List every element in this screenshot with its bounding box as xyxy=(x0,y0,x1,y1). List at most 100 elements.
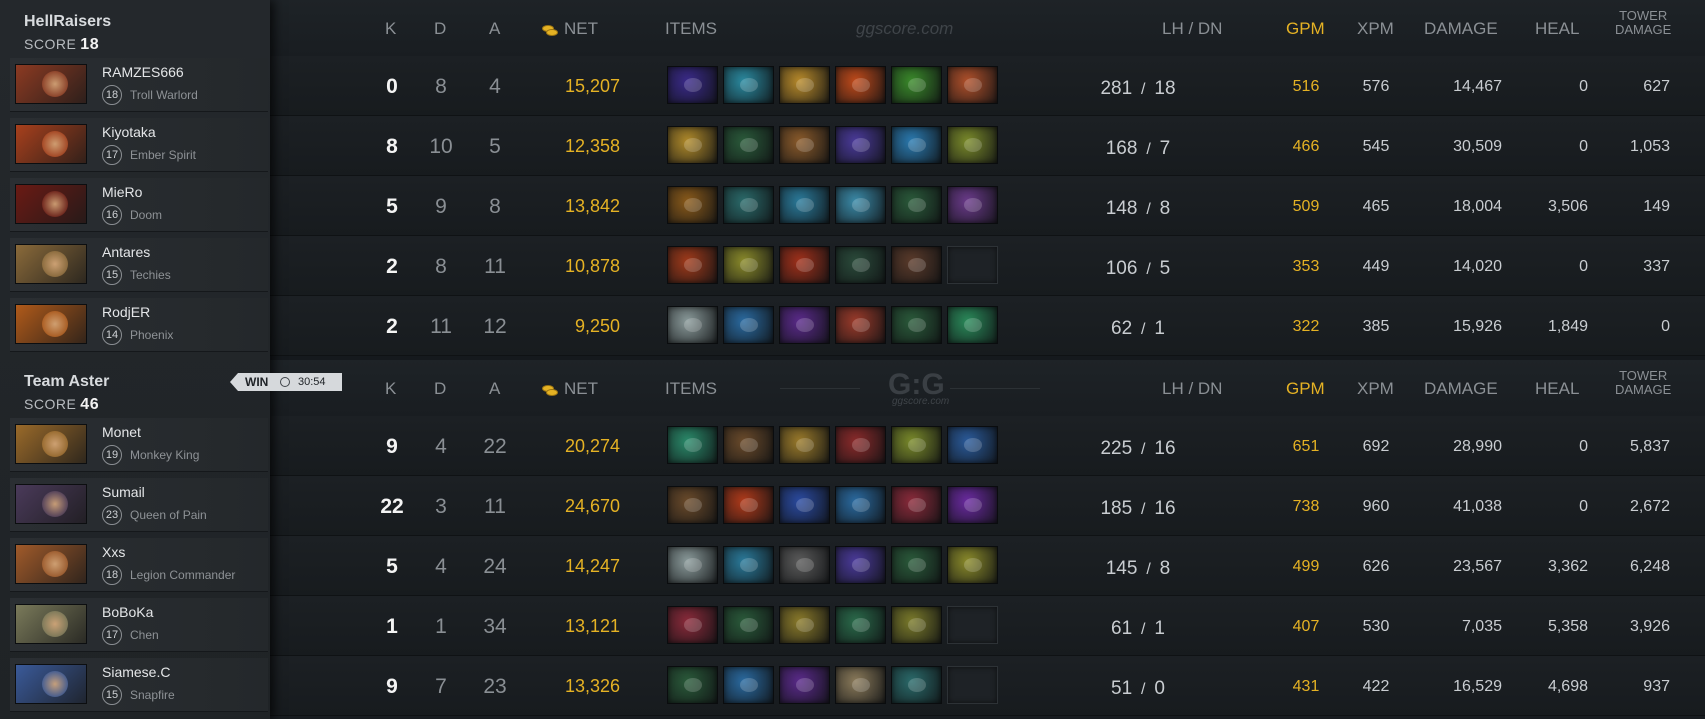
item-icon[interactable] xyxy=(779,66,830,104)
item-icon[interactable] xyxy=(667,426,718,464)
table-row: 5 4 24 14,247 145 / 8 499 626 23,567 3,362 6,248 xyxy=(270,536,1705,596)
item-icon[interactable] xyxy=(779,486,830,524)
item-icon[interactable] xyxy=(667,546,718,584)
col-tower-damage: TOWER DAMAGE xyxy=(1615,368,1672,397)
player-card[interactable]: Monet 19 Monkey King xyxy=(10,418,268,472)
item-icon[interactable] xyxy=(891,666,942,704)
item-icon[interactable] xyxy=(723,126,774,164)
item-icon[interactable] xyxy=(947,126,998,164)
assists: 12 xyxy=(483,315,507,338)
item-icon[interactable] xyxy=(835,306,886,344)
kills: 0 xyxy=(386,75,398,98)
empty-item-slot xyxy=(947,246,998,284)
assists: 4 xyxy=(489,75,501,98)
item-icon[interactable] xyxy=(667,66,718,104)
table-row: 5 9 8 13,842 148 / 8 509 465 18,004 3,506 149 xyxy=(270,176,1705,236)
item-icon[interactable] xyxy=(779,126,830,164)
item-icon[interactable] xyxy=(891,186,942,224)
item-icon[interactable] xyxy=(835,426,886,464)
item-icon[interactable] xyxy=(891,66,942,104)
item-icon[interactable] xyxy=(891,486,942,524)
player-name[interactable]: Xxs xyxy=(102,544,125,560)
item-icon[interactable] xyxy=(779,606,830,644)
item-icon[interactable] xyxy=(947,66,998,104)
item-icon[interactable] xyxy=(667,126,718,164)
player-name[interactable]: RodjER xyxy=(102,304,150,320)
player-card[interactable]: RodjER 14 Phoenix xyxy=(10,298,268,352)
assists: 24 xyxy=(483,555,507,578)
item-icon[interactable] xyxy=(891,426,942,464)
item-icon[interactable] xyxy=(947,486,998,524)
item-icon[interactable] xyxy=(835,666,886,704)
item-icon[interactable] xyxy=(779,246,830,284)
item-icon[interactable] xyxy=(723,486,774,524)
item-icon[interactable] xyxy=(779,306,830,344)
player-name[interactable]: Siamese.C xyxy=(102,664,170,680)
player-card[interactable]: MieRo 16 Doom xyxy=(10,178,268,232)
item-icon[interactable] xyxy=(891,126,942,164)
hero-level-badge: 23 xyxy=(102,505,122,525)
item-icon[interactable] xyxy=(947,186,998,224)
item-icon[interactable] xyxy=(835,126,886,164)
item-icon[interactable] xyxy=(667,186,718,224)
item-icon[interactable] xyxy=(779,186,830,224)
item-icon[interactable] xyxy=(723,306,774,344)
item-icon[interactable] xyxy=(835,186,886,224)
player-card[interactable]: Siamese.C 15 Snapfire xyxy=(10,658,268,712)
player-name[interactable]: Monet xyxy=(102,424,141,440)
item-icon[interactable] xyxy=(947,306,998,344)
item-icon[interactable] xyxy=(835,66,886,104)
player-name[interactable]: Antares xyxy=(102,244,150,260)
item-icon[interactable] xyxy=(667,486,718,524)
kills: 8 xyxy=(386,135,398,158)
hero-portrait xyxy=(15,664,87,704)
item-icon[interactable] xyxy=(667,246,718,284)
tower-damage: 627 xyxy=(1643,78,1670,95)
item-icon[interactable] xyxy=(779,546,830,584)
item-icon[interactable] xyxy=(835,546,886,584)
item-icon[interactable] xyxy=(835,606,886,644)
player-card[interactable]: Kiyotaka 17 Ember Spirit xyxy=(10,118,268,172)
gpm: 353 xyxy=(1292,258,1320,275)
hero-name: Queen of Pain xyxy=(130,508,207,522)
item-icon[interactable] xyxy=(667,666,718,704)
item-icon[interactable] xyxy=(891,306,942,344)
item-icon[interactable] xyxy=(723,546,774,584)
item-icon[interactable] xyxy=(723,666,774,704)
item-icon[interactable] xyxy=(891,546,942,584)
item-icon[interactable] xyxy=(667,606,718,644)
item-icon[interactable] xyxy=(723,246,774,284)
col-heal: HEAL xyxy=(1535,19,1580,38)
item-icon[interactable] xyxy=(891,246,942,284)
item-icon[interactable] xyxy=(779,666,830,704)
kills: 9 xyxy=(386,435,398,458)
item-icon[interactable] xyxy=(723,426,774,464)
item-icon[interactable] xyxy=(723,606,774,644)
item-icon[interactable] xyxy=(779,426,830,464)
item-icon[interactable] xyxy=(835,246,886,284)
column-header-team-2: K D A NET ITEMS G:G ggscore.com LH / DN … xyxy=(270,360,1705,416)
hero-level-badge: 15 xyxy=(102,685,122,705)
player-name[interactable]: RAMZES666 xyxy=(102,64,184,80)
player-card[interactable]: BoBoKa 17 Chen xyxy=(10,598,268,652)
player-name[interactable]: Kiyotaka xyxy=(102,124,156,140)
item-icon[interactable] xyxy=(891,606,942,644)
item-icon[interactable] xyxy=(723,186,774,224)
item-icon[interactable] xyxy=(947,426,998,464)
player-name[interactable]: Sumail xyxy=(102,484,145,500)
item-icon[interactable] xyxy=(723,66,774,104)
item-icon[interactable] xyxy=(835,486,886,524)
player-card[interactable]: RAMZES666 18 Troll Warlord xyxy=(10,58,268,112)
player-name[interactable]: BoBoKa xyxy=(102,604,153,620)
player-card[interactable]: Sumail 23 Queen of Pain xyxy=(10,478,268,532)
item-icon[interactable] xyxy=(947,546,998,584)
score-value: 18 xyxy=(80,36,100,53)
item-icon[interactable] xyxy=(667,306,718,344)
gpm: 431 xyxy=(1292,678,1320,695)
player-card[interactable]: Xxs 18 Legion Commander xyxy=(10,538,268,592)
player-name[interactable]: MieRo xyxy=(102,184,142,200)
kills: 1 xyxy=(386,615,398,638)
player-card[interactable]: Antares 15 Techies xyxy=(10,238,268,292)
gpm: 322 xyxy=(1292,318,1320,335)
xpm: 960 xyxy=(1362,498,1390,515)
